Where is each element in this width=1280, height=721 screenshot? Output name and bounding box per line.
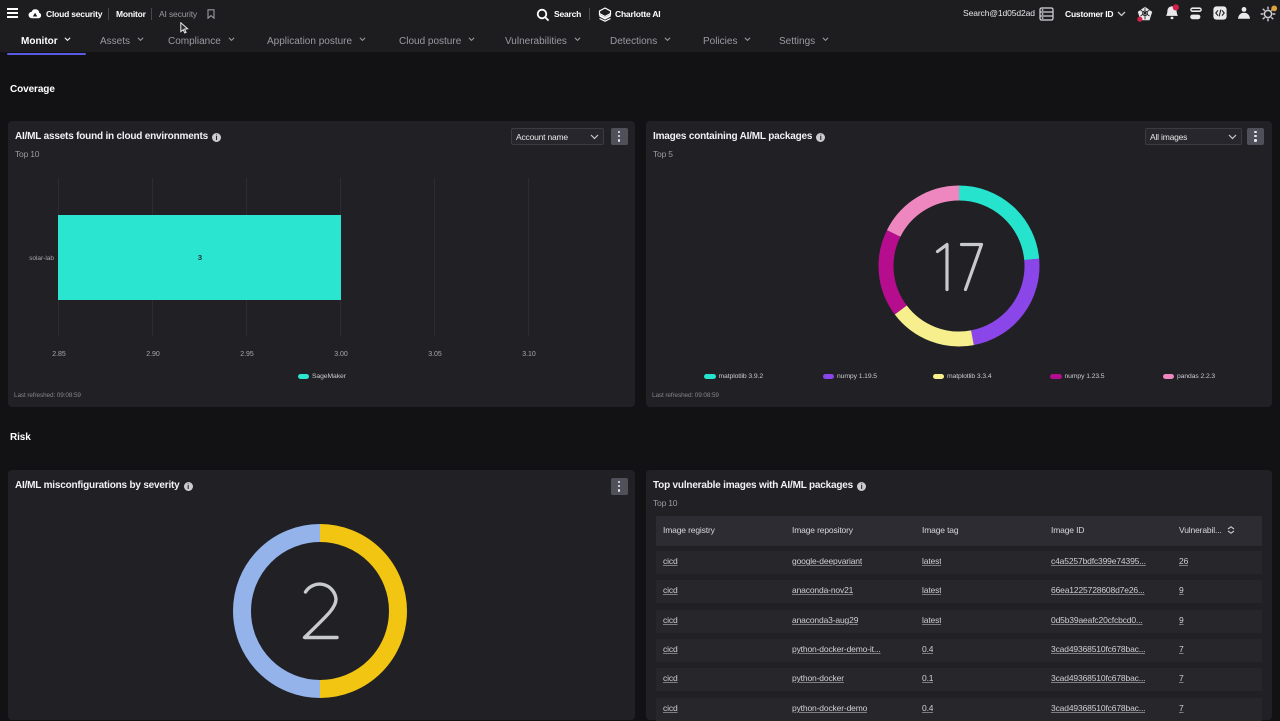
svg-text:3.10: 3.10 (522, 351, 536, 358)
svg-text:3.00: 3.00 (334, 351, 348, 358)
svg-text:2.85: 2.85 (52, 351, 66, 358)
svg-text:solar-lab: solar-lab (29, 255, 54, 262)
svg-text:3.05: 3.05 (428, 351, 442, 358)
svg-text:2.95: 2.95 (240, 351, 254, 358)
svg-text:3: 3 (198, 253, 202, 262)
svg-text:2.90: 2.90 (146, 351, 160, 358)
